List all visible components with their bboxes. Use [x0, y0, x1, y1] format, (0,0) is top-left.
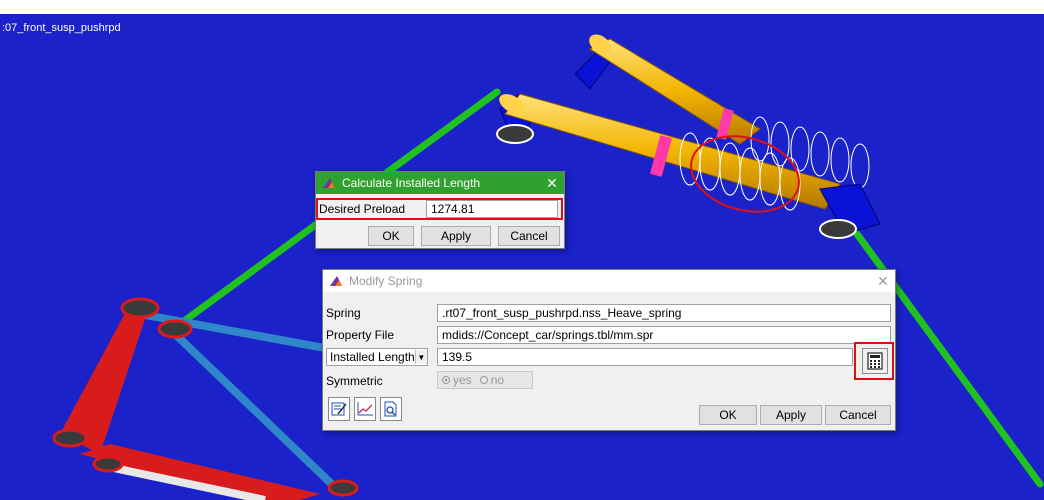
calculator-button[interactable] — [862, 348, 888, 374]
ok-button[interactable]: OK — [699, 405, 757, 425]
symmetric-radio-group: yes no — [437, 371, 533, 389]
app-logo-icon — [330, 276, 342, 286]
symmetric-no-label: no — [490, 373, 505, 387]
plot-curve-button[interactable] — [354, 397, 376, 421]
joint-4 — [92, 455, 124, 473]
calculate-installed-length-dialog: Calculate Installed Length ✕ Desired Pre… — [315, 171, 565, 249]
edit-property-icon — [331, 402, 347, 416]
modify-spring-dialog: Modify Spring ✕ Spring .rt07_front_susp_… — [322, 269, 896, 431]
apply-button[interactable]: Apply — [421, 226, 491, 246]
cancel-button[interactable]: Cancel — [825, 405, 891, 425]
apply-button[interactable]: Apply — [760, 405, 822, 425]
joint-3 — [52, 428, 88, 448]
joint-rocker — [496, 124, 534, 144]
symmetric-yes-radio[interactable] — [442, 376, 450, 384]
symmetric-yes-label: yes — [453, 373, 472, 387]
joint-2 — [157, 319, 193, 339]
model-name-label: :07_front_susp_pushrpd — [2, 22, 121, 34]
ok-button[interactable]: OK — [368, 226, 414, 246]
spring-label: Spring — [326, 306, 361, 320]
view-file-icon — [384, 401, 397, 417]
dialog-title: Calculate Installed Length — [342, 176, 481, 190]
app-logo-icon — [323, 178, 335, 188]
calculator-icon — [867, 352, 883, 370]
cancel-button[interactable]: Cancel — [498, 226, 560, 246]
spring-name-input[interactable]: .rt07_front_susp_pushrpd.nss_Heave_sprin… — [437, 304, 891, 322]
dialog-title-bar[interactable]: Calculate Installed Length ✕ — [316, 172, 564, 194]
view-file-button[interactable] — [380, 397, 402, 421]
property-file-input[interactable]: mdids://Concept_car/springs.tbl/mm.spr — [437, 326, 891, 344]
desired-preload-input[interactable]: 1274.81 — [426, 200, 558, 218]
symmetric-label: Symmetric — [326, 374, 383, 388]
installed-length-input[interactable]: 139.5 — [437, 348, 853, 366]
chevron-down-icon[interactable]: ▼ — [414, 350, 427, 364]
length-mode-select[interactable]: Installed Length ▼ — [326, 348, 428, 366]
app-window: :07_front_susp_pushrpd Calculate Install… — [0, 0, 1044, 500]
dialog-title-bar[interactable]: Modify Spring ✕ — [323, 270, 895, 292]
desired-preload-label: Desired Preload — [319, 202, 406, 216]
symmetric-no-radio[interactable] — [479, 376, 488, 384]
close-icon[interactable]: ✕ — [540, 175, 564, 192]
joint-5 — [327, 479, 359, 497]
plot-curve-icon — [357, 402, 373, 416]
dialog-title: Modify Spring — [349, 274, 423, 288]
close-icon[interactable]: ✕ — [871, 273, 895, 290]
property-file-label: Property File — [326, 328, 395, 342]
length-mode-value: Installed Length — [330, 350, 415, 364]
joint-1 — [120, 297, 160, 319]
joint-right — [819, 219, 857, 239]
edit-property-button[interactable] — [328, 397, 350, 421]
